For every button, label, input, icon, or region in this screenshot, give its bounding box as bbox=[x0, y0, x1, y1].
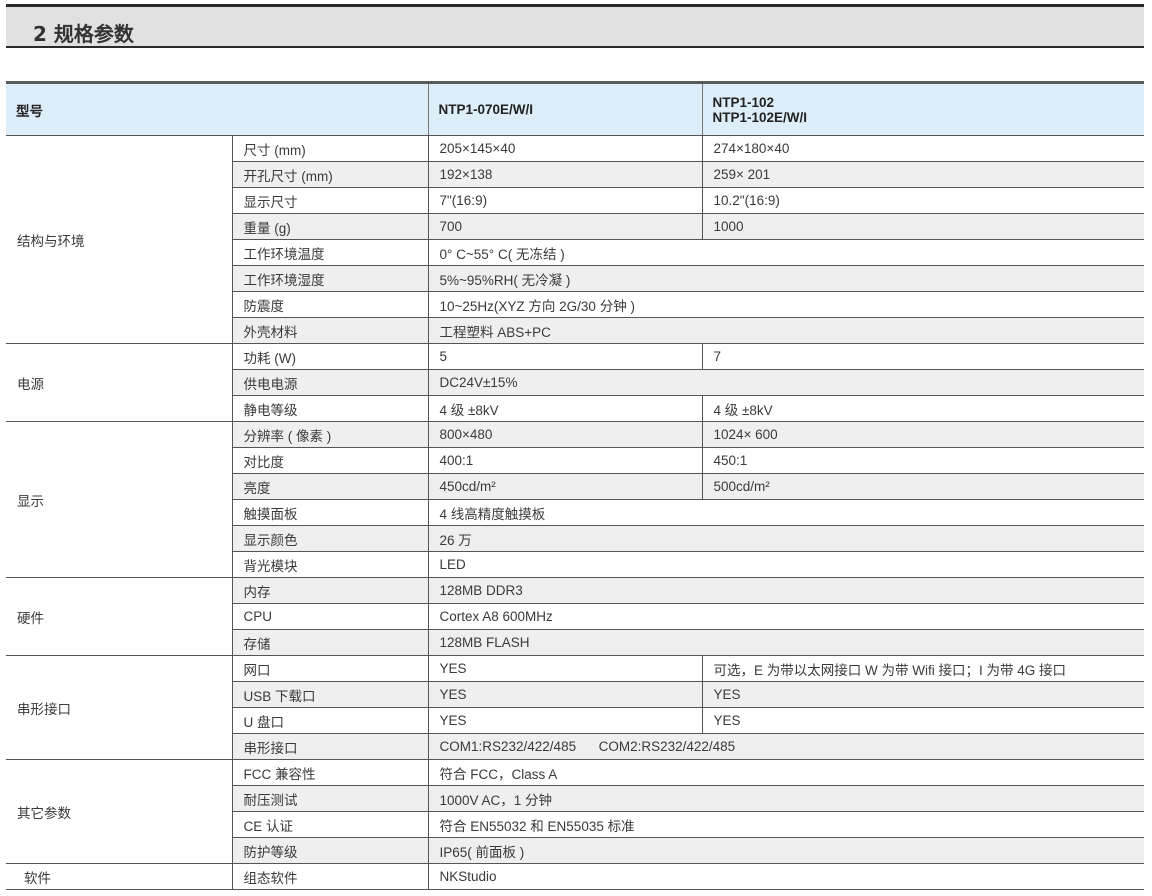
value-cell-a: 4 级 ±8kV bbox=[428, 395, 703, 422]
header-model-b: NTP1-102 NTP1-102E/W/I bbox=[701, 81, 1144, 136]
value-cell-shared: 128MB FLASH bbox=[428, 629, 1144, 656]
table-row: 结构与环境 尺寸 (mm) 205×145×40 274×180×40 bbox=[6, 135, 1144, 344]
item-cell: 触摸面板 bbox=[232, 499, 429, 526]
header-model: 型号 bbox=[6, 81, 428, 136]
value-cell-shared: LED bbox=[428, 551, 1144, 578]
category-cell: 其它参数 bbox=[6, 759, 233, 864]
item-cell: 防震度 bbox=[232, 291, 429, 318]
item-cell: CPU bbox=[232, 603, 429, 630]
item-cell: 工作环境湿度 bbox=[232, 265, 429, 292]
value-cell-a: YES bbox=[428, 681, 703, 708]
item-cell: 串形接口 bbox=[232, 733, 429, 760]
category-cell: 串形接口 bbox=[6, 655, 233, 760]
spec-table: 型号 NTP1-070E/W/I NTP1-102 NTP1-102E/W/I … bbox=[6, 81, 1144, 890]
value-cell-shared: 工程塑料 ABS+PC bbox=[428, 317, 1144, 344]
value-cell-shared: Cortex A8 600MHz bbox=[428, 603, 1144, 630]
value-cell-shared: 26 万 bbox=[428, 525, 1144, 552]
item-cell: 显示尺寸 bbox=[232, 187, 429, 214]
value-cell-shared: 4 线高精度触摸板 bbox=[428, 499, 1144, 526]
value-cell-b: 可选，E 为带以太网接口 W 为带 Wifi 接口；I 为带 4G 接口 bbox=[702, 655, 1144, 682]
section-header: 2 规格参数 bbox=[6, 4, 1144, 48]
item-cell: 尺寸 (mm) bbox=[232, 135, 429, 162]
value-cell-b: YES bbox=[702, 707, 1144, 734]
item-cell: 重量 (g) bbox=[232, 213, 429, 240]
value-cell-b: YES bbox=[702, 681, 1144, 708]
value-cell-b: 10.2"(16:9) bbox=[702, 187, 1144, 214]
value-cell-shared: 1000V AC，1 分钟 bbox=[428, 785, 1144, 812]
value-cell-shared: COM1:RS232/422/485 COM2:RS232/422/485 bbox=[428, 733, 1144, 760]
item-cell: 亮度 bbox=[232, 473, 429, 500]
item-cell: 供电电源 bbox=[232, 369, 429, 396]
value-cell-shared: 10~25Hz(XYZ 方向 2G/30 分钟 ) bbox=[428, 291, 1144, 318]
value-cell-a: 450cd/m² bbox=[428, 473, 703, 500]
item-cell: 分辨率 ( 像素 ) bbox=[232, 421, 429, 448]
item-cell: 显示颜色 bbox=[232, 525, 429, 552]
item-cell: FCC 兼容性 bbox=[232, 759, 429, 786]
value-cell-a: YES bbox=[428, 655, 703, 682]
table-row: 软件 组态软件 NKStudio bbox=[6, 863, 1144, 890]
value-cell-b: 259× 201 bbox=[702, 161, 1144, 188]
item-cell: 防护等级 bbox=[232, 837, 429, 864]
value-cell-shared: IP65( 前面板 ) bbox=[428, 837, 1144, 864]
value-cell-a: 7"(16:9) bbox=[428, 187, 703, 214]
table-row: 显示 分辨率 ( 像素 ) 800×480 1024× 600 bbox=[6, 421, 1144, 578]
item-cell: 开孔尺寸 (mm) bbox=[232, 161, 429, 188]
header-model-b-line1: NTP1-102 bbox=[712, 94, 775, 110]
item-cell: 内存 bbox=[232, 577, 429, 604]
value-cell-shared: 符合 FCC，Class A bbox=[428, 759, 1144, 786]
value-cell-a: 192×138 bbox=[428, 161, 703, 188]
value-cell-b: 7 bbox=[702, 343, 1144, 370]
item-cell: 工作环境温度 bbox=[232, 239, 429, 266]
item-cell: U 盘口 bbox=[232, 707, 429, 734]
header-model-a: NTP1-070E/W/I bbox=[427, 81, 702, 136]
item-cell: 外壳材料 bbox=[232, 317, 429, 344]
table-row: 串形接口 网口 YES 可选，E 为带以太网接口 W 为带 Wifi 接口；I 为带 … bbox=[6, 655, 1144, 760]
value-cell-a: 205×145×40 bbox=[428, 135, 703, 162]
item-cell: 耐压测试 bbox=[232, 785, 429, 812]
value-cell-a: 700 bbox=[428, 213, 703, 240]
value-cell-a: YES bbox=[428, 707, 703, 734]
value-cell-b: 1000 bbox=[702, 213, 1144, 240]
value-cell-shared: 0° C~55° C( 无冻结 ) bbox=[428, 239, 1144, 266]
value-cell-b: 500cd/m² bbox=[702, 473, 1144, 500]
item-cell: CE 认证 bbox=[232, 811, 429, 838]
value-cell-b: 1024× 600 bbox=[702, 421, 1144, 448]
value-cell-shared: DC24V±15% bbox=[428, 369, 1144, 396]
value-cell-b: 450:1 bbox=[702, 447, 1144, 474]
item-cell: 静电等级 bbox=[232, 395, 429, 422]
value-cell-a: 400:1 bbox=[428, 447, 703, 474]
table-header-row: 型号 NTP1-070E/W/I NTP1-102 NTP1-102E/W/I bbox=[6, 81, 1144, 136]
category-cell: 软件 bbox=[6, 863, 233, 890]
value-cell-shared: 符合 EN55032 和 EN55035 标准 bbox=[428, 811, 1144, 838]
category-cell: 硬件 bbox=[6, 577, 233, 656]
value-cell-b: 4 级 ±8kV bbox=[702, 395, 1144, 422]
table-row: 其它参数 FCC 兼容性 符合 FCC，Class A bbox=[6, 759, 1144, 864]
item-cell: 网口 bbox=[232, 655, 429, 682]
value-cell-a: 5 bbox=[428, 343, 703, 370]
spec-table-body: 结构与环境 尺寸 (mm) 205×145×40 274×180×40 开孔尺寸 (mm… bbox=[6, 135, 1144, 890]
value-cell-shared: 128MB DDR3 bbox=[428, 577, 1144, 604]
item-cell: 组态软件 bbox=[232, 863, 429, 890]
item-cell: 背光模块 bbox=[232, 551, 429, 578]
header-model-b-line2: NTP1-102E/W/I bbox=[712, 109, 808, 125]
item-cell: 功耗 (W) bbox=[232, 343, 429, 370]
item-cell: USB 下载口 bbox=[232, 681, 429, 708]
category-cell: 结构与环境 bbox=[6, 135, 233, 344]
value-cell-a: 800×480 bbox=[428, 421, 703, 448]
item-cell: 存储 bbox=[232, 629, 429, 656]
section-title: 2 规格参数 bbox=[33, 22, 134, 46]
value-cell-b: 274×180×40 bbox=[702, 135, 1144, 162]
table-row: 硬件 内存 128MB DDR3 bbox=[6, 577, 1144, 656]
value-cell-shared: NKStudio bbox=[428, 863, 1144, 890]
category-cell: 电源 bbox=[6, 343, 233, 422]
value-cell-shared: 5%~95%RH( 无冷凝 ) bbox=[428, 265, 1144, 292]
category-cell: 显示 bbox=[6, 421, 233, 578]
item-cell: 对比度 bbox=[232, 447, 429, 474]
table-row: 电源 功耗 (W) 5 7 bbox=[6, 343, 1144, 422]
